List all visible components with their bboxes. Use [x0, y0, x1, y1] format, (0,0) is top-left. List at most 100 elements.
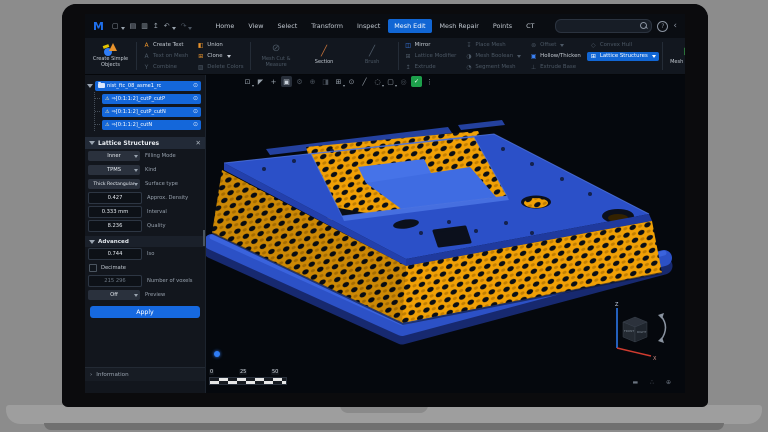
decimate-checkbox[interactable]: [89, 264, 97, 272]
collapse-ribbon-button[interactable]: ‹: [673, 22, 677, 31]
panel-scrollbar[interactable]: [203, 230, 205, 246]
field-label: Iso: [147, 251, 154, 257]
open-folder-button[interactable]: ▤: [130, 22, 137, 30]
lasso-button[interactable]: ◌: [372, 76, 383, 87]
frame-select-button[interactable]: ⊡: [242, 76, 253, 87]
lattice-structures-button[interactable]: ⊞Lattice Structures: [587, 52, 659, 61]
preview-select[interactable]: Off: [88, 290, 140, 300]
iso-input[interactable]: [88, 248, 142, 260]
tree-root-item[interactable]: nist_ftc_08_asme1_rc ⊙: [95, 81, 201, 91]
scale-bar-icon[interactable]: ▬: [632, 379, 638, 386]
offset-button[interactable]: ⊚Offset: [527, 41, 584, 50]
interval-input[interactable]: [88, 206, 142, 218]
tab-mesh-repair[interactable]: Mesh Repair: [434, 19, 485, 33]
surface-type-select[interactable]: Thick Rectangular: [88, 179, 140, 189]
save-button[interactable]: ▥: [141, 22, 148, 30]
field-row: Thick Rectangular Surface type: [85, 177, 205, 191]
convex-hull-button[interactable]: ◇Convex Hull: [587, 41, 659, 50]
duplicate-button[interactable]: ⊞: [333, 76, 344, 87]
tree-item[interactable]: ⚠ ⇒[0:1:1:2]_cutP_cutN ⊙: [102, 107, 201, 117]
tab-home[interactable]: Home: [209, 19, 240, 33]
orbit-button[interactable]: ⊕: [307, 76, 318, 87]
tab-select[interactable]: Select: [272, 19, 304, 33]
iso-field[interactable]: [89, 251, 141, 257]
mesh-cut-measure-button[interactable]: ⊘ Mesh Cut & Measure: [254, 43, 299, 69]
perspective-icon[interactable]: ∴: [650, 379, 654, 386]
filling-mode-select[interactable]: Inner: [88, 151, 140, 161]
text-on-mesh-button[interactable]: AText on Mesh: [140, 52, 191, 61]
segment-mesh-button[interactable]: ◔Segment Mesh: [462, 63, 524, 72]
search-input[interactable]: [555, 19, 652, 33]
lattice-panel-header[interactable]: Lattice Structures ✕: [85, 137, 205, 149]
3d-viewport[interactable]: ⊡ ◤ + ▣ ⚙ ⊕ ◨ ⊞ ⊙ ╱ ◌ ▢ ◎ ✓ ⋮ 0 25: [206, 75, 685, 393]
brush-button[interactable]: ╱ Brush: [350, 46, 395, 66]
tree-child-row[interactable]: ⚠ ⇒[0:1:1:2]_cutN ⊙: [95, 118, 205, 131]
redo-button[interactable]: ↷: [181, 22, 193, 30]
approx-density-field[interactable]: [89, 195, 141, 201]
cursor-button[interactable]: ◤: [255, 76, 266, 87]
more-options-button[interactable]: ⋮: [424, 76, 435, 87]
approx-density-input[interactable]: [88, 192, 142, 204]
mesh-boolean-button[interactable]: ◑Mesh Boolean: [462, 52, 524, 61]
tree-item[interactable]: ⚠ ⇒[0:1:1:2]_cutN ⊙: [102, 120, 201, 130]
section-button[interactable]: ╱ Section: [302, 46, 347, 66]
tab-points[interactable]: Points: [487, 19, 518, 33]
material-color-dot[interactable]: [214, 351, 220, 357]
visibility-eye-icon[interactable]: ⊙: [193, 108, 198, 115]
move-icon: +: [271, 78, 277, 86]
visibility-eye-icon[interactable]: ⊙: [193, 95, 198, 102]
visibility-eye-icon[interactable]: ⊙: [193, 82, 198, 89]
help-button[interactable]: ?: [657, 21, 668, 32]
field-label: Filling Mode: [145, 153, 176, 159]
tree-item[interactable]: ⚠ ⇒[0:1:1:2]_cutP_cutP ⊙: [102, 94, 201, 104]
mirror-button[interactable]: ◫Mirror: [402, 41, 460, 50]
line-button[interactable]: ╱: [359, 76, 370, 87]
move-button[interactable]: +: [268, 76, 279, 87]
close-icon[interactable]: ✕: [196, 139, 201, 147]
delete-colors-button[interactable]: ▨Delete Colors: [194, 63, 246, 72]
tab-mesh-edit[interactable]: Mesh Edit: [388, 19, 431, 33]
information-panel-header[interactable]: › Information: [85, 367, 205, 381]
hollow-thicken-button[interactable]: ▣Hollow/Thicken: [527, 52, 584, 61]
lattice-modifier-button[interactable]: ⊞Lattice Modifier: [402, 52, 460, 61]
region-select-button[interactable]: ▢: [385, 76, 396, 87]
mesh-to-points-button[interactable]: ▷ Mesh to Points: [666, 46, 685, 66]
search-field[interactable]: [556, 20, 651, 32]
extrude-base-icon: ⊥: [530, 64, 537, 71]
quality-field[interactable]: [89, 223, 141, 229]
visibility-eye-icon[interactable]: ⊙: [193, 121, 198, 128]
undo-button[interactable]: ↶: [164, 22, 176, 30]
create-text-button[interactable]: ACreate Text: [140, 41, 191, 50]
create-simple-objects-button[interactable]: Create Simple Objects: [88, 43, 133, 69]
snap-target-button[interactable]: ◎: [398, 76, 409, 87]
center-view-icon[interactable]: ⊕: [666, 379, 671, 386]
advanced-section-header[interactable]: Advanced: [85, 236, 205, 247]
transform-box-button[interactable]: ▣: [281, 76, 292, 87]
select-value: Inner: [107, 153, 120, 159]
combine-button[interactable]: YCombine: [140, 63, 191, 72]
extrude-base-button[interactable]: ⊥Extrude Base: [527, 63, 584, 72]
tab-inspect[interactable]: Inspect: [351, 19, 386, 33]
tree-child-row[interactable]: ⚠ ⇒[0:1:1:2]_cutP_cutP ⊙: [95, 92, 205, 105]
interval-field[interactable]: [89, 209, 141, 215]
confirm-button[interactable]: ✓: [411, 76, 422, 87]
paint-button[interactable]: ⊙: [346, 76, 357, 87]
place-mesh-button[interactable]: ↧Place Mesh: [462, 41, 524, 50]
extrude-button[interactable]: ↥Extrude: [402, 63, 460, 72]
kind-select[interactable]: TPMS: [88, 165, 140, 175]
settings-button[interactable]: ⚙: [294, 76, 305, 87]
tree-root-row[interactable]: nist_ftc_08_asme1_rc ⊙: [85, 79, 205, 92]
import-button[interactable]: ↥: [153, 22, 159, 30]
apply-button[interactable]: Apply: [90, 306, 200, 318]
chevron-down-icon[interactable]: [87, 84, 93, 88]
new-file-button[interactable]: ▢: [112, 22, 125, 30]
quality-input[interactable]: [88, 220, 142, 232]
tab-transform[interactable]: Transform: [305, 19, 349, 33]
navigation-gizmo[interactable]: Z X FRONT RIGHT: [595, 298, 679, 364]
tab-view[interactable]: View: [242, 19, 269, 33]
roller-button[interactable]: ◨: [320, 76, 331, 87]
tab-ct[interactable]: CT: [520, 19, 540, 33]
union-button[interactable]: ◧Union: [194, 41, 246, 50]
clone-button[interactable]: ⊞Clone: [194, 52, 246, 61]
tree-child-row[interactable]: ⚠ ⇒[0:1:1:2]_cutP_cutN ⊙: [95, 105, 205, 118]
